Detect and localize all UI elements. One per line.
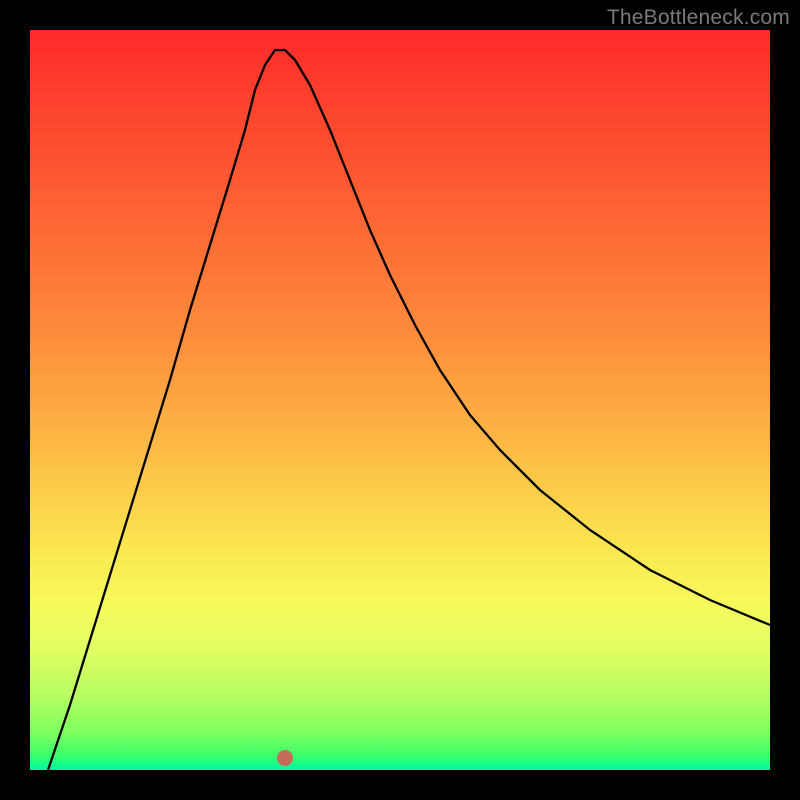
watermark-text: TheBottleneck.com (607, 6, 790, 30)
bottleneck-curve (30, 30, 770, 770)
plot-area (30, 30, 770, 770)
chart-frame: TheBottleneck.com (0, 0, 800, 800)
optimal-point-marker (277, 750, 293, 766)
